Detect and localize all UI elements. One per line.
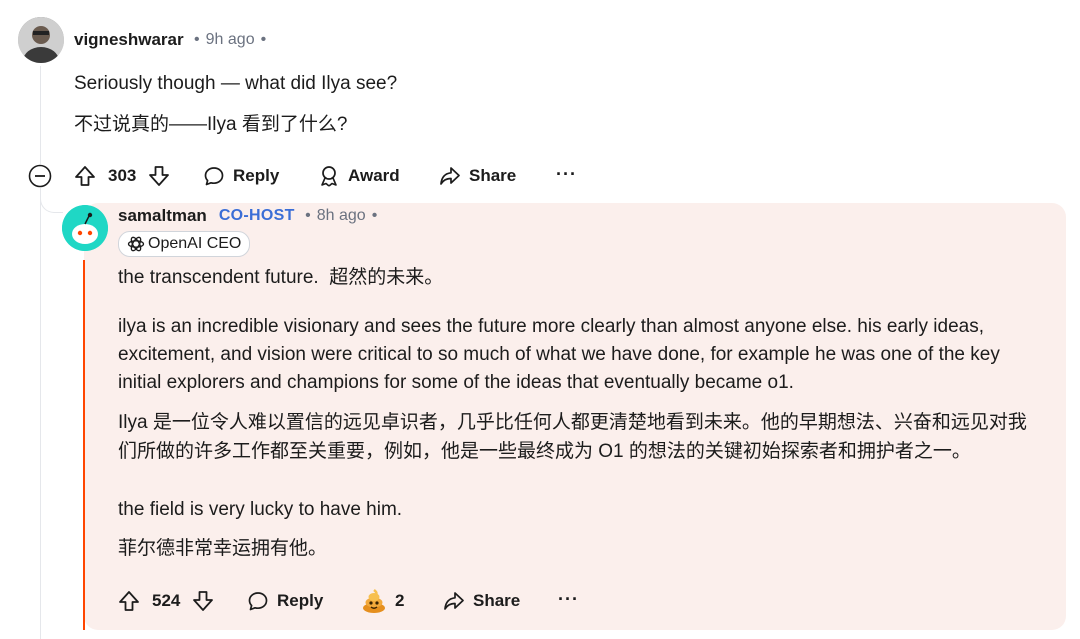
reply-label: Reply [277,591,324,610]
share-label: Share [473,591,521,610]
collapse-icon [28,164,52,188]
vote-count: 524 [152,591,181,610]
reply-username[interactable]: samaltman [118,206,207,226]
reply-icon [204,167,224,186]
upvote-icon[interactable] [74,165,96,187]
meta-dot: • [371,207,378,224]
award-button[interactable]: 2 [361,588,404,614]
reply-line: initial explorers and champions for some… [118,372,794,393]
award-label: Award [348,166,400,185]
reply-line: excitement, and vision were critical to … [118,344,1000,365]
reply-button[interactable]: Reply [203,165,279,187]
award-icon [321,166,337,187]
share-button[interactable]: Share [439,165,516,187]
user-flair: OpenAI CEO [118,231,251,257]
award-count: 2 [395,591,405,610]
reply-label: Reply [233,166,280,185]
vote-count: 303 [108,166,137,185]
comment-text-en: Seriously though — what did Ilya see? [74,73,398,94]
collapse-button[interactable] [28,164,52,188]
downvote-icon[interactable] [148,165,170,187]
reply-icon [248,592,268,611]
more-icon[interactable]: ··· [556,164,577,185]
downvote-icon[interactable] [192,590,214,612]
award-button[interactable]: Award [318,165,400,187]
share-label: Share [469,166,517,185]
more-icon[interactable]: ··· [558,589,579,610]
reply-paragraph: the field is very lucky to have him. [118,499,403,520]
comment-text-zh: 不过说真的——Ilya 看到了什么? [74,114,348,135]
share-button[interactable]: Share [443,590,520,612]
meta-dot: • [300,207,311,224]
reply-line: 们所做的许多工作都至关重要，例如，他是一些最终成为 O1 的想法的关键初始探索者… [118,441,971,462]
cohost-badge: CO-HOST [218,207,295,224]
reply-button[interactable]: Reply [247,590,323,612]
reply-line: ilya is an incredible visionary and sees… [118,316,985,337]
avatar[interactable] [62,205,108,251]
award-emoji-icon [363,589,385,613]
openai-logo-icon [127,236,145,252]
reply-line: Ilya 是一位令人难以置信的远见卓识者，几乎比任何人都更清楚地看到未来。他的早… [118,412,1027,433]
meta-dot: • [260,31,267,48]
reply-time: 8h ago [316,207,366,224]
meta-dot: • [189,31,200,48]
comment-username[interactable]: vigneshwarar [74,30,184,50]
comment-time: 9h ago [205,31,255,48]
avatar[interactable] [18,17,64,63]
reply-paragraph: 菲尔德非常幸运拥有他。 [118,538,328,559]
share-icon [440,167,460,185]
reply-thread-line [83,260,85,630]
reply-paragraph: the transcendent future. 超然的未来。 [118,267,444,288]
flair-label: OpenAI CEO [148,235,242,252]
upvote-icon[interactable] [118,590,140,612]
share-icon [444,592,464,610]
